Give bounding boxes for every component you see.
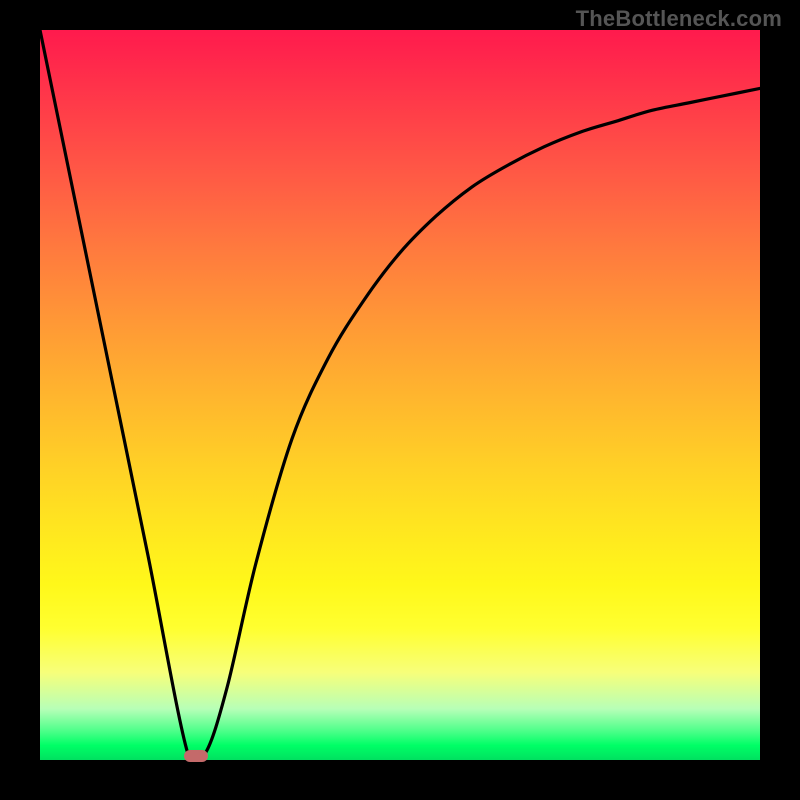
bottleneck-curve <box>40 30 760 760</box>
optimal-marker <box>184 750 208 762</box>
chart-frame: TheBottleneck.com <box>0 0 800 800</box>
plot-area <box>40 30 760 760</box>
watermark-text: TheBottleneck.com <box>576 6 782 32</box>
